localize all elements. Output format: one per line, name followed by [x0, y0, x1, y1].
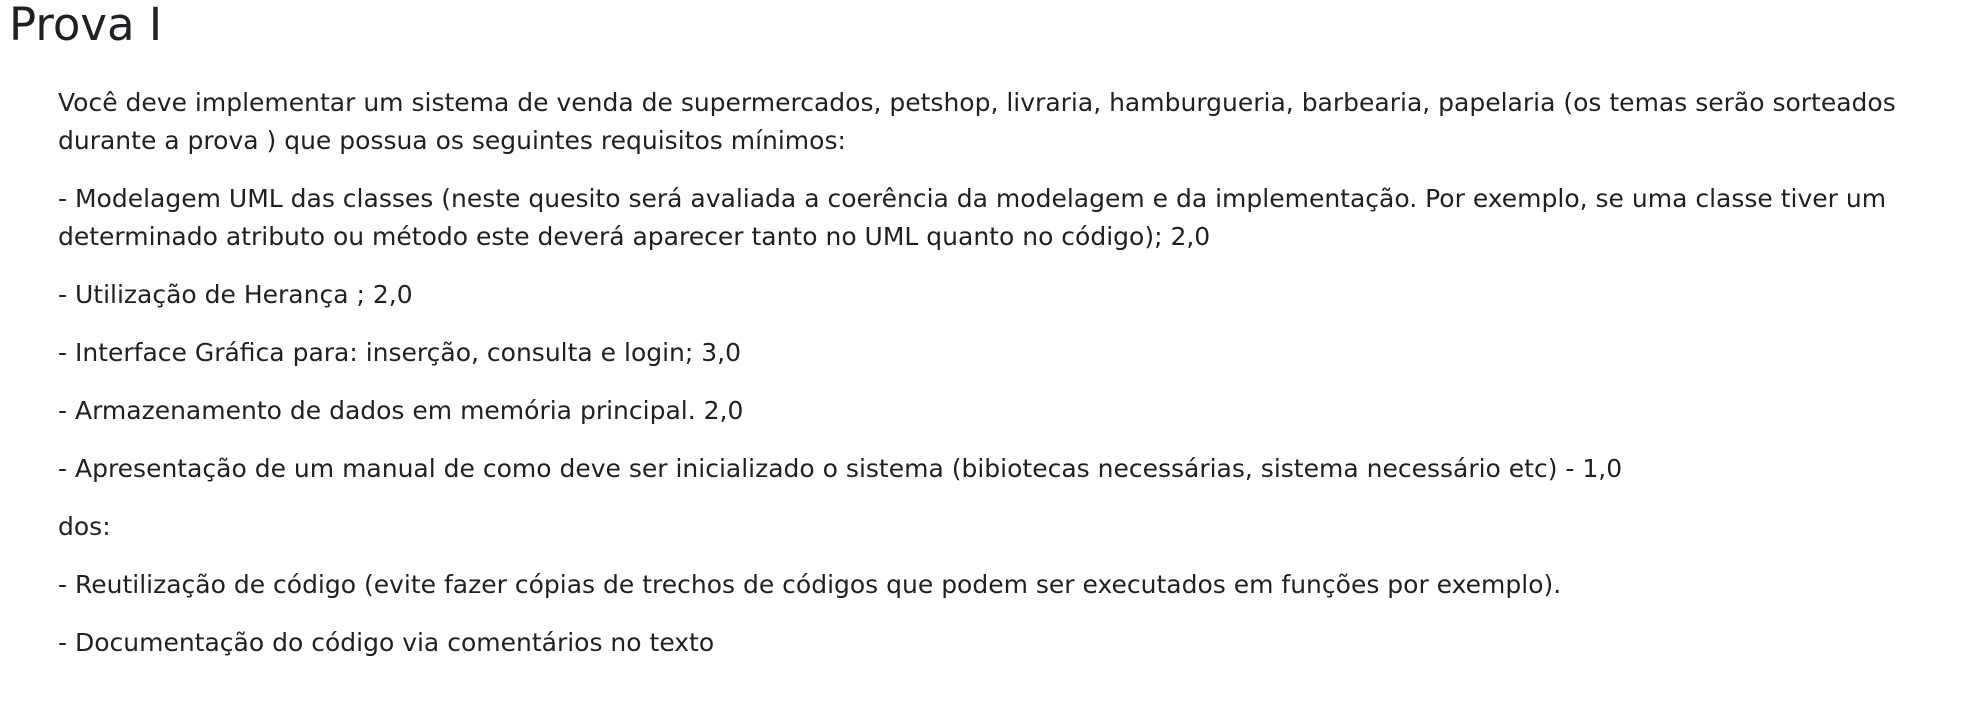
extra-documentation: - Documentação do código via comentários…	[58, 628, 715, 657]
extra-code-reuse: - Reutilização de código (evite fazer có…	[58, 570, 1562, 599]
requirement-uml: - Modelagem UML das classes (neste quesi…	[58, 184, 1887, 251]
requirement-storage: - Armazenamento de dados em memória prin…	[58, 396, 744, 425]
requirement-manual: - Apresentação de um manual de como deve…	[58, 454, 1623, 483]
requirement-inheritance: - Utilização de Herança ; 2,0	[58, 280, 413, 309]
requirement-gui: - Interface Gráfica para: inserção, cons…	[58, 338, 742, 367]
assignment-page: Prova I Você deve implementar um sistema…	[0, 0, 1982, 708]
extras-heading: dos:	[58, 512, 111, 541]
page-title: Prova I	[9, 0, 163, 51]
intro-paragraph: Você deve implementar um sistema de vend…	[58, 88, 1896, 155]
assignment-description: Você deve implementar um sistema de vend…	[58, 84, 1958, 682]
